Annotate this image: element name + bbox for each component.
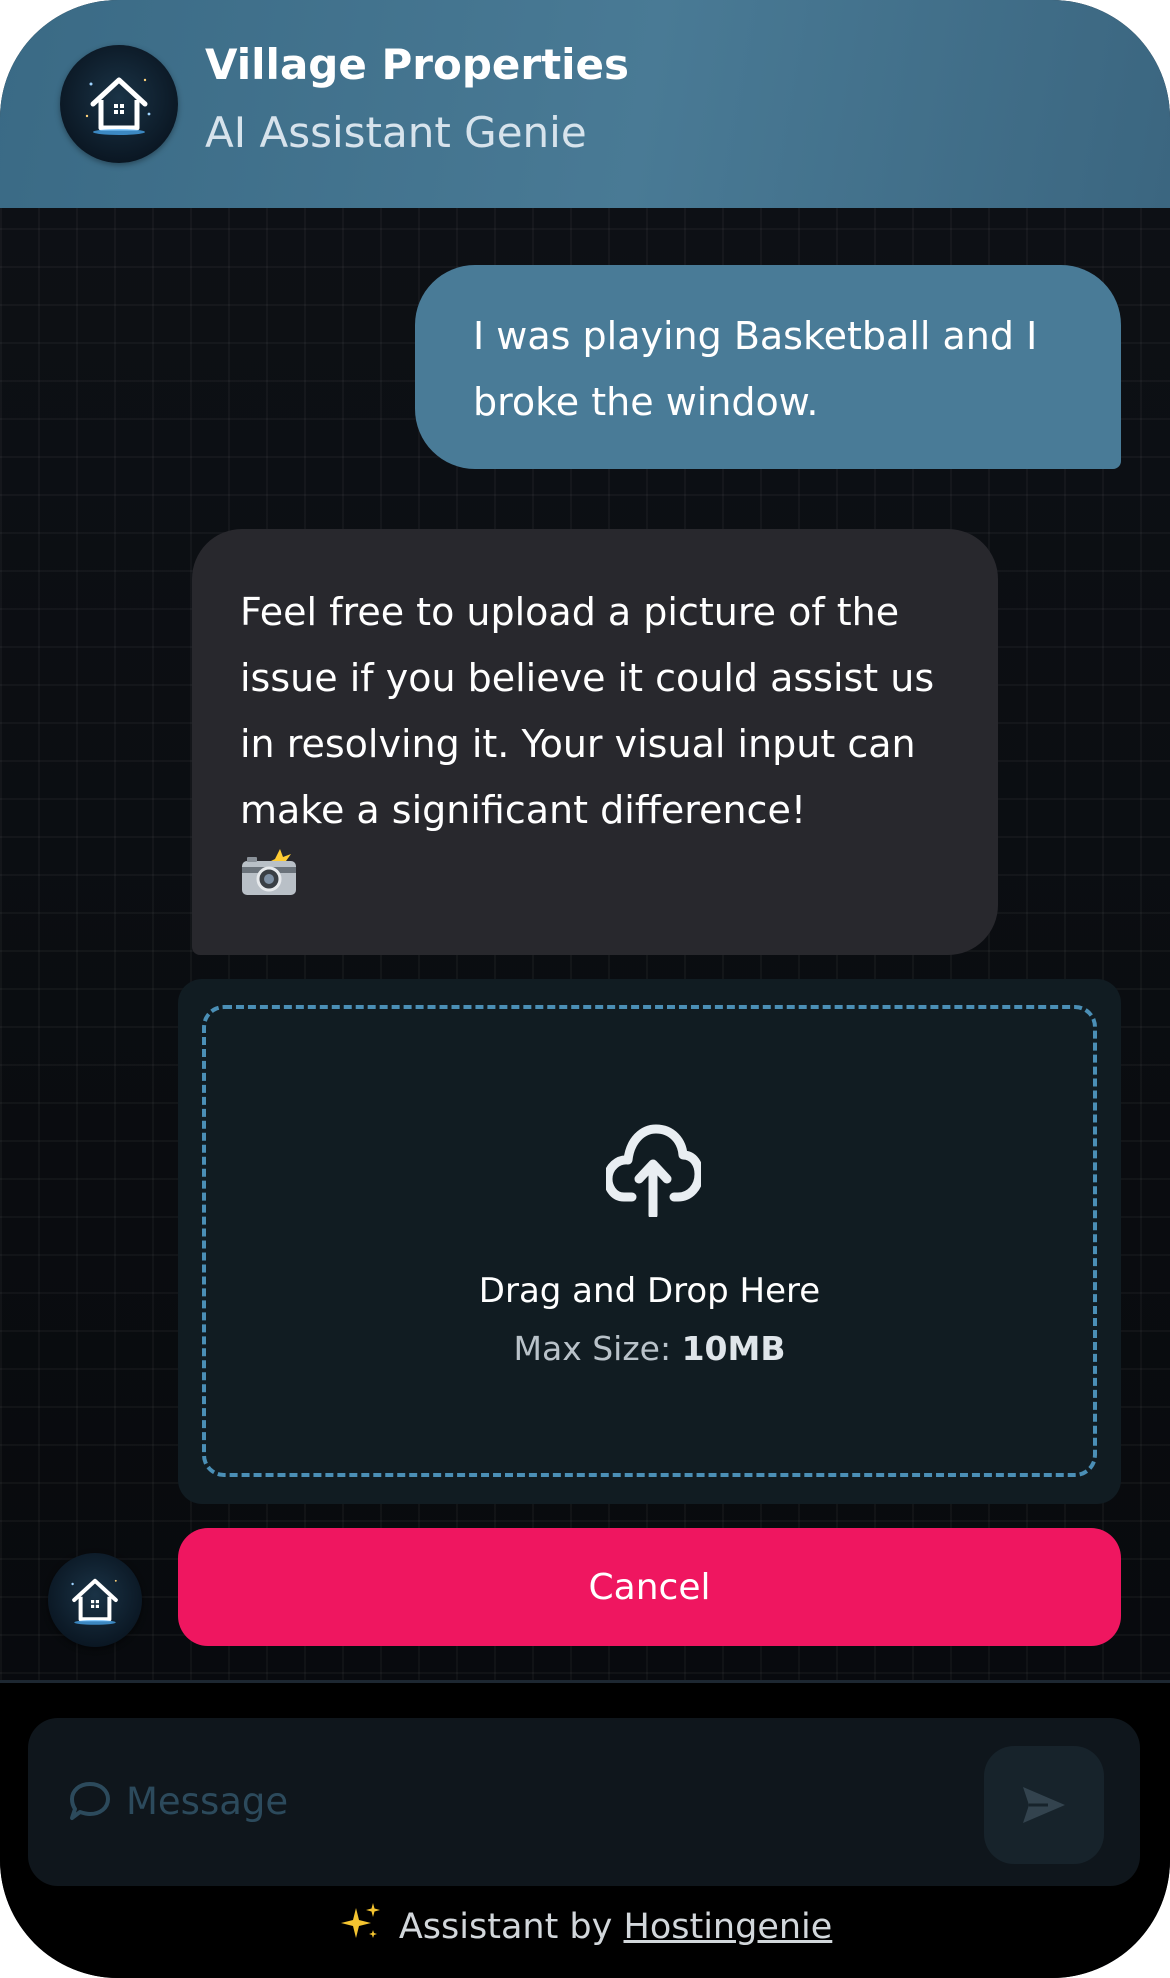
message-input[interactable] [124,1772,908,1830]
chat-bubble-icon [68,1780,112,1826]
assistant-message-bubble: Feel free to upload a picture of the iss… [192,529,998,955]
chat-widget: Village Properties AI Assistant Genie I … [0,0,1170,1978]
user-message-bubble: I was playing Basketball and I broke the… [415,265,1121,469]
max-size-info: Max Size: 10MB [206,1329,1093,1368]
chat-header: Village Properties AI Assistant Genie [0,0,1170,208]
send-icon [1023,1787,1065,1823]
camera-flash-icon [240,847,298,917]
hostingenie-link[interactable]: Hostingenie [624,1907,833,1947]
house-logo-icon [60,45,178,163]
message-composer [28,1718,1140,1886]
file-dropzone[interactable]: Drag and Drop Here Max Size: 10MB [202,1005,1097,1477]
header-subtitle: AI Assistant Genie [205,108,587,157]
dropzone-label: Drag and Drop Here [478,1271,821,1311]
user-message-text: I was playing Basketball and I broke the… [473,314,1038,424]
assistant-message-text: Feel free to upload a picture of the iss… [240,590,935,832]
house-logo-icon [71,1578,118,1625]
powered-by: Assistant by Hostingenie [0,1900,1170,1953]
header-title: Village Properties [205,40,630,89]
cloud-upload-icon [603,1119,704,1221]
max-size-label: Max Size: [513,1329,672,1368]
sparkles-icon [338,1900,382,1953]
powered-by-prefix: Assistant by [398,1907,613,1947]
assistant-avatar [48,1553,142,1647]
max-size-value: 10MB [681,1329,786,1368]
send-button[interactable] [984,1746,1104,1864]
upload-card: Drag and Drop Here Max Size: 10MB [178,979,1121,1504]
cancel-button[interactable]: Cancel [178,1528,1121,1646]
